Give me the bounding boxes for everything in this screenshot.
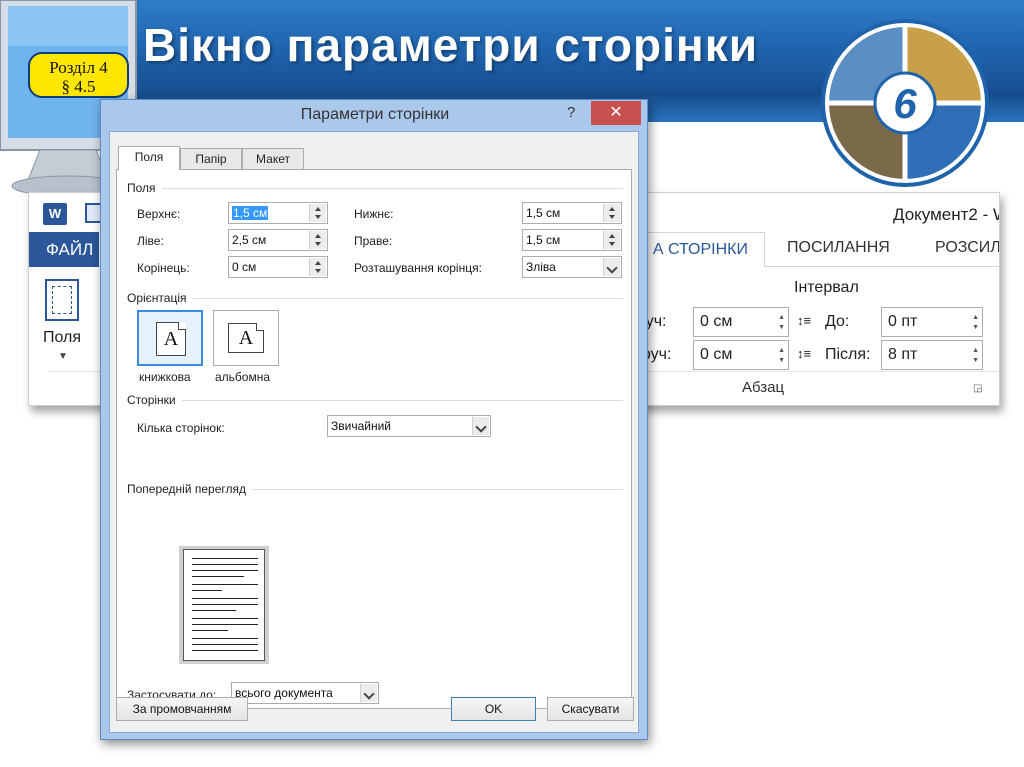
spin-down-icon[interactable]: ▼ xyxy=(778,357,785,365)
bottom-margin-value: 1,5 см xyxy=(526,206,561,220)
left-margin-label: Ліве: xyxy=(137,234,164,248)
bottom-margin-label: Нижнє: xyxy=(354,207,394,221)
right-margin-label: Праве: xyxy=(354,234,393,248)
tab-mailings[interactable]: РОЗСИЛ xyxy=(935,239,999,257)
left-margin-input[interactable]: 2,5 см xyxy=(228,229,328,251)
chevron-down-icon[interactable] xyxy=(603,258,620,276)
grade-badge: 6 xyxy=(821,19,989,187)
spacing-title: Інтервал xyxy=(794,279,859,296)
right-margin-input[interactable]: 1,5 см xyxy=(522,229,622,251)
left-margin-value: 2,5 см xyxy=(232,233,267,247)
tab-references[interactable]: ПОСИЛАННЯ xyxy=(787,239,890,257)
cancel-button[interactable]: Скасувати xyxy=(547,697,634,721)
portrait-page-icon: A xyxy=(156,322,186,356)
spin-down-icon[interactable]: ▼ xyxy=(778,324,785,332)
dialog-body: Поля Папір Макет Поля Верхнє: 1,5 см Ниж… xyxy=(109,131,639,733)
portrait-label[interactable]: книжкова xyxy=(139,370,191,384)
spacing-before-label: До: xyxy=(825,313,850,330)
gutter-position-label: Розташування корінця: xyxy=(354,261,482,275)
spin-down-icon[interactable]: ▼ xyxy=(972,357,979,365)
slide-title: Вікно параметри сторінки xyxy=(143,19,758,71)
gutter-value: 0 см xyxy=(232,260,257,274)
landscape-option[interactable]: A xyxy=(213,310,279,366)
section-badge-chapter: Розділ 4 xyxy=(49,58,108,77)
top-margin-input[interactable]: 1,5 см xyxy=(228,202,328,224)
chevron-down-icon[interactable]: ▼ xyxy=(58,351,68,362)
spacing-after-label: Після: xyxy=(825,346,871,363)
spin-down-icon[interactable]: ▼ xyxy=(972,324,979,332)
portrait-option[interactable]: A xyxy=(137,310,203,366)
section-badge: Розділ 4 § 4.5 xyxy=(28,52,129,98)
indent-left-input[interactable]: 0 см ▲ ▼ xyxy=(693,307,789,337)
pages-section-title: Сторінки xyxy=(127,393,176,407)
spin-up-icon[interactable]: ▲ xyxy=(972,314,979,322)
spacing-before-icon: ↕≡ xyxy=(797,313,812,328)
multiple-pages-select[interactable]: Звичайний xyxy=(327,415,491,437)
margins-tab-panel: Поля Верхнє: 1,5 см Нижнє: 1,5 см Ліве: … xyxy=(116,169,632,709)
top-margin-value: 1,5 см xyxy=(232,206,269,220)
spin-arrows-icon[interactable] xyxy=(309,204,326,222)
spin-arrows-icon[interactable] xyxy=(603,204,620,222)
spacing-before-input[interactable]: 0 пт ▲ ▼ xyxy=(881,307,983,337)
gutter-position-select[interactable]: Зліва xyxy=(522,256,622,278)
orientation-section-header: Орієнтація xyxy=(127,291,623,305)
set-as-default-button[interactable]: За промовчанням xyxy=(116,697,248,721)
word-app-icon: W xyxy=(43,203,67,225)
dialog-launcher-icon[interactable]: ◲ xyxy=(973,383,982,394)
spacing-after-input[interactable]: 8 пт ▲ ▼ xyxy=(881,340,983,370)
page-preview xyxy=(179,546,269,664)
right-margin-value: 1,5 см xyxy=(526,233,561,247)
gutter-position-value: Зліва xyxy=(526,260,556,274)
spacing-before-value: 0 пт xyxy=(888,313,918,330)
spin-arrows-icon[interactable] xyxy=(603,231,620,249)
gutter-input[interactable]: 0 см xyxy=(228,256,328,278)
apply-to-value: всього документа xyxy=(235,686,333,700)
help-icon[interactable]: ? xyxy=(567,104,575,121)
spin-up-icon[interactable]: ▲ xyxy=(972,347,979,355)
spin-arrows-icon[interactable] xyxy=(309,231,326,249)
landscape-page-icon: A xyxy=(228,323,264,353)
orientation-section-title: Орієнтація xyxy=(127,291,187,305)
multiple-pages-value: Звичайний xyxy=(331,419,391,433)
close-button[interactable]: ✕ xyxy=(591,101,641,125)
page-preview-sheet xyxy=(183,549,265,661)
indent-right-value: 0 см xyxy=(700,346,733,363)
section-badge-paragraph: § 4.5 xyxy=(61,77,96,96)
spin-up-icon[interactable]: ▲ xyxy=(778,347,785,355)
preview-section-title: Попередній перегляд xyxy=(127,482,247,496)
bottom-margin-input[interactable]: 1,5 см xyxy=(522,202,622,224)
spacing-after-icon: ↕≡ xyxy=(797,346,812,361)
spin-up-icon[interactable]: ▲ xyxy=(778,314,785,322)
tab-file[interactable]: ФАЙЛ xyxy=(29,232,99,267)
chevron-down-icon[interactable] xyxy=(360,684,377,702)
paragraph-group-label: Абзац xyxy=(742,379,785,396)
tab-margins[interactable]: Поля xyxy=(118,146,180,170)
apply-to-select[interactable]: всього документа xyxy=(231,682,379,704)
tab-layout[interactable]: Макет xyxy=(242,148,304,170)
margins-section-header: Поля xyxy=(127,181,623,195)
margins-section-title: Поля xyxy=(127,181,156,195)
grade-number: 6 xyxy=(893,80,917,127)
ok-button[interactable]: OK xyxy=(451,697,536,721)
document-title: Документ2 - Wo xyxy=(893,205,999,224)
gutter-label: Корінець: xyxy=(137,261,190,275)
page-setup-dialog: Параметри сторінки ? ✕ Поля Папір Макет … xyxy=(100,99,648,740)
indent-left-value: 0 см xyxy=(700,313,733,330)
spacing-after-value: 8 пт xyxy=(888,346,918,363)
margins-button-label[interactable]: Поля xyxy=(43,329,81,347)
preview-section-header: Попередній перегляд xyxy=(127,482,623,496)
multiple-pages-label: Кілька сторінок: xyxy=(137,421,225,435)
spin-arrows-icon[interactable] xyxy=(309,258,326,276)
indent-right-input[interactable]: 0 см ▲ ▼ xyxy=(693,340,789,370)
top-margin-label: Верхнє: xyxy=(137,207,181,221)
margins-icon[interactable] xyxy=(45,279,79,321)
tab-paper[interactable]: Папір xyxy=(180,148,242,170)
landscape-label[interactable]: альбомна xyxy=(215,370,270,384)
pages-section-header: Сторінки xyxy=(127,393,623,407)
chevron-down-icon[interactable] xyxy=(472,417,489,435)
